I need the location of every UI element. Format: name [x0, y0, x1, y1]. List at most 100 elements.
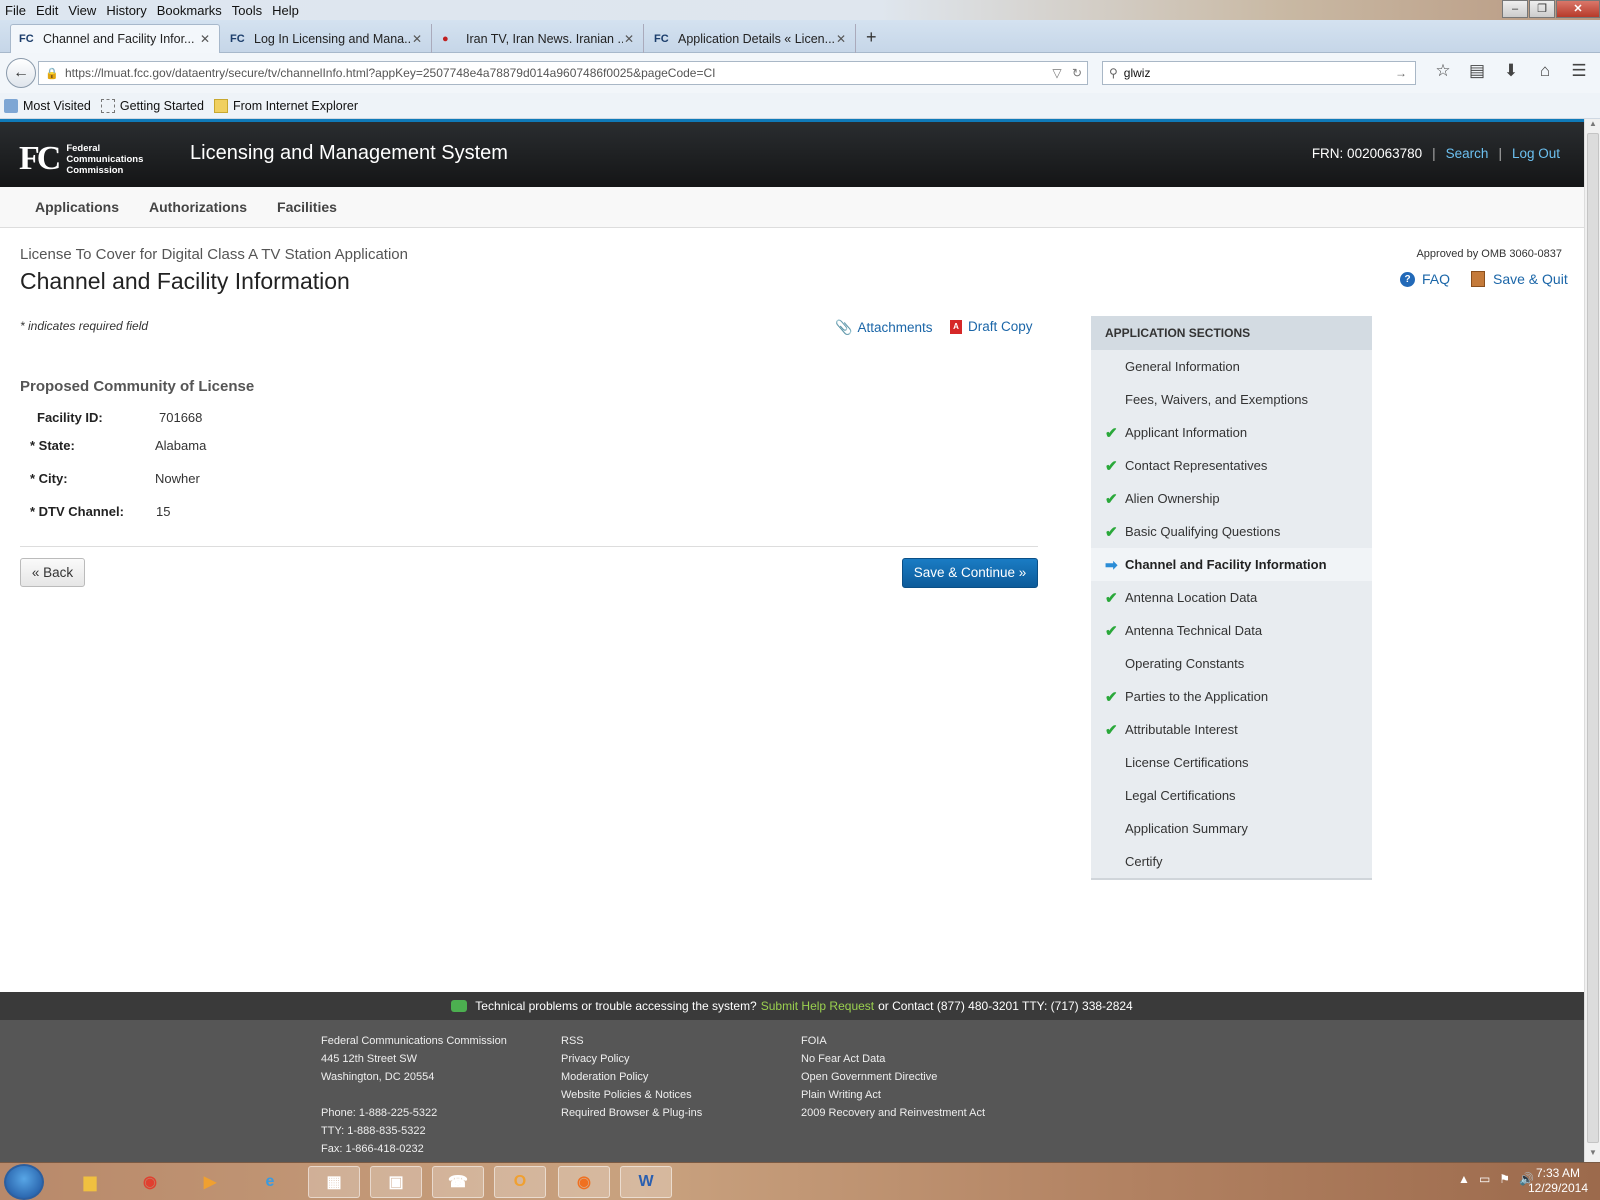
sidebar-item-operating-constants[interactable]: Operating Constants	[1091, 647, 1372, 680]
menu-history[interactable]: History	[101, 3, 151, 18]
url-bar[interactable]: 🔒 https://lmuat.fcc.gov/dataentry/secure…	[38, 61, 1088, 85]
footer-item[interactable]: 2009 Recovery and Reinvestment Act	[801, 1104, 985, 1122]
sidebar-item-channel-and-facility-information[interactable]: ➡ Channel and Facility Information	[1091, 548, 1372, 581]
attachments-link[interactable]: 📎 Attachments	[835, 319, 932, 336]
footer-item[interactable]: Plain Writing Act	[801, 1086, 985, 1104]
bookmark-getting-started[interactable]: Getting Started	[100, 98, 204, 113]
sidebar-item-legal-certifications[interactable]: Legal Certifications	[1091, 779, 1372, 812]
explorer-icon[interactable]: ▆	[64, 1166, 116, 1198]
menu-file[interactable]: File	[0, 3, 31, 18]
scroll-down-icon[interactable]: ▼	[1585, 1148, 1600, 1162]
scroll-thumb[interactable]	[1587, 133, 1599, 1143]
remote-desktop-icon[interactable]: ▦	[308, 1166, 360, 1198]
system-clock[interactable]: 7:33 AM 12/29/2014	[1528, 1166, 1588, 1196]
sidebar-item-contact-representatives[interactable]: ✔ Contact Representatives	[1091, 449, 1372, 482]
save-quit-link[interactable]: Save & Quit	[1471, 271, 1568, 287]
security-app-icon[interactable]: ▣	[370, 1166, 422, 1198]
hamburger-menu-icon[interactable]: ☰	[1562, 61, 1596, 81]
faq-link[interactable]: ? FAQ	[1400, 271, 1450, 287]
tab-iran-tv[interactable]: ● Iran TV, Iran News. Iranian ... ✕	[434, 24, 644, 53]
network-icon[interactable]: ▭	[1479, 1172, 1490, 1186]
tab-log-in[interactable]: FC Log In Licensing and Mana... ✕	[222, 24, 432, 53]
nav-applications[interactable]: Applications	[35, 199, 119, 215]
sidebar-item-label: Basic Qualifying Questions	[1125, 524, 1281, 539]
search-link[interactable]: Search	[1446, 146, 1489, 161]
search-go-icon[interactable]: →	[1395, 66, 1415, 80]
reload-icon[interactable]: ↻	[1067, 66, 1087, 80]
sidebar-heading: APPLICATION SECTIONS	[1091, 316, 1372, 350]
reading-list-icon[interactable]: ▤	[1460, 61, 1494, 81]
scroll-up-icon[interactable]: ▲	[1585, 119, 1600, 133]
arrow-right-icon: ➡	[1105, 556, 1118, 574]
sidebar-item-general-information[interactable]: General Information	[1091, 350, 1372, 383]
logout-link[interactable]: Log Out	[1512, 146, 1560, 161]
draft-copy-link[interactable]: A Draft Copy	[950, 319, 1033, 334]
internet-explorer-icon[interactable]: e	[244, 1166, 296, 1198]
home-icon[interactable]: ⌂	[1528, 61, 1562, 81]
sidebar-item-basic-qualifying-questions[interactable]: ✔ Basic Qualifying Questions	[1091, 515, 1372, 548]
outlook-icon[interactable]: O	[494, 1166, 546, 1198]
menu-edit[interactable]: Edit	[31, 3, 63, 18]
submit-help-request-link[interactable]: Submit Help Request	[761, 999, 874, 1013]
footer-item[interactable]: Moderation Policy	[561, 1068, 702, 1086]
word-icon[interactable]: W	[620, 1166, 672, 1198]
new-tab-icon[interactable]: +	[866, 27, 877, 48]
browser-back-icon[interactable]: ←	[6, 58, 36, 88]
footer-item[interactable]: No Fear Act Data	[801, 1050, 985, 1068]
show-hidden-icons-icon[interactable]: ▲	[1458, 1172, 1470, 1186]
save-continue-button[interactable]: Save & Continue »	[902, 558, 1038, 588]
tab-application-details[interactable]: FC Application Details « Licen... ✕	[646, 24, 856, 53]
sidebar-item-attributable-interest[interactable]: ✔ Attributable Interest	[1091, 713, 1372, 746]
tab-close-icon[interactable]: ✕	[835, 32, 847, 46]
sidebar-item-application-summary[interactable]: Application Summary	[1091, 812, 1372, 845]
restore-icon[interactable]: ❐	[1529, 0, 1555, 18]
dropdown-arrow-icon[interactable]: ▽	[1047, 66, 1067, 80]
media-player-icon[interactable]: ▶	[184, 1166, 236, 1198]
footer-item[interactable]: Website Policies & Notices	[561, 1086, 702, 1104]
tab-channel-facility[interactable]: FC Channel and Facility Infor... ✕	[10, 24, 220, 53]
sidebar-item-antenna-location-data[interactable]: ✔ Antenna Location Data	[1091, 581, 1372, 614]
menu-view[interactable]: View	[63, 3, 101, 18]
search-bar[interactable]: ⚲ glwiz →	[1102, 61, 1416, 85]
footer-item[interactable]: Privacy Policy	[561, 1050, 702, 1068]
sidebar-item-certify[interactable]: Certify	[1091, 845, 1372, 878]
bookmark-icon	[4, 98, 18, 113]
menu-help[interactable]: Help	[267, 3, 304, 18]
footer-item[interactable]: RSS	[561, 1032, 702, 1050]
firefox-icon[interactable]: ◉	[558, 1166, 610, 1198]
downloads-icon[interactable]: ⬇	[1494, 61, 1528, 81]
start-button[interactable]	[4, 1164, 44, 1200]
flag-icon[interactable]: ⚑	[1499, 1172, 1510, 1186]
tab-close-icon[interactable]: ✕	[199, 32, 211, 46]
bookmarks-toolbar: Most Visited Getting Started From Intern…	[0, 93, 1600, 119]
menu-bookmarks[interactable]: Bookmarks	[152, 3, 227, 18]
footer-item[interactable]: Required Browser & Plug-ins	[561, 1104, 702, 1122]
sidebar-item-antenna-technical-data[interactable]: ✔ Antenna Technical Data	[1091, 614, 1372, 647]
sidebar-item-applicant-information[interactable]: ✔ Applicant Information	[1091, 416, 1372, 449]
tab-close-icon[interactable]: ✕	[623, 32, 635, 46]
sidebar-item-alien-ownership[interactable]: ✔ Alien Ownership	[1091, 482, 1372, 515]
nav-authorizations[interactable]: Authorizations	[149, 199, 247, 215]
search-input[interactable]: glwiz	[1124, 66, 1395, 80]
nav-facilities[interactable]: Facilities	[277, 199, 337, 215]
bookmark-from-ie[interactable]: From Internet Explorer	[213, 98, 358, 113]
sidebar-item-license-certifications[interactable]: License Certifications	[1091, 746, 1372, 779]
fcc-logo[interactable]: FC Federal Communications Commission	[19, 140, 143, 178]
tab-title: Log In Licensing and Mana...	[254, 31, 411, 46]
bookmark-star-icon[interactable]: ☆	[1426, 61, 1460, 81]
sidebar-item-parties-to-the-application[interactable]: ✔ Parties to the Application	[1091, 680, 1372, 713]
footer-item[interactable]: Open Government Directive	[801, 1068, 985, 1086]
page-scrollbar[interactable]: ▲ ▼	[1584, 119, 1600, 1162]
close-window-icon[interactable]: ✕	[1556, 0, 1600, 18]
phone-app-icon[interactable]: ☎	[432, 1166, 484, 1198]
bookmark-most-visited[interactable]: Most Visited	[4, 98, 91, 113]
url-text[interactable]: https://lmuat.fcc.gov/dataentry/secure/t…	[65, 66, 1047, 80]
windows-taskbar: ▆ ◉ ▶ e ▦ ▣ ☎ O ◉ W ▲ ▭ ⚑ 🔊 7:33 AM 12/2…	[0, 1162, 1600, 1200]
chrome-icon[interactable]: ◉	[124, 1166, 176, 1198]
tab-close-icon[interactable]: ✕	[411, 32, 423, 46]
sidebar-item-fees-waivers-and-exemptions[interactable]: Fees, Waivers, and Exemptions	[1091, 383, 1372, 416]
footer-item[interactable]: FOIA	[801, 1032, 985, 1050]
minimize-icon[interactable]: –	[1502, 0, 1528, 18]
back-button[interactable]: « Back	[20, 558, 85, 587]
menu-tools[interactable]: Tools	[227, 3, 267, 18]
